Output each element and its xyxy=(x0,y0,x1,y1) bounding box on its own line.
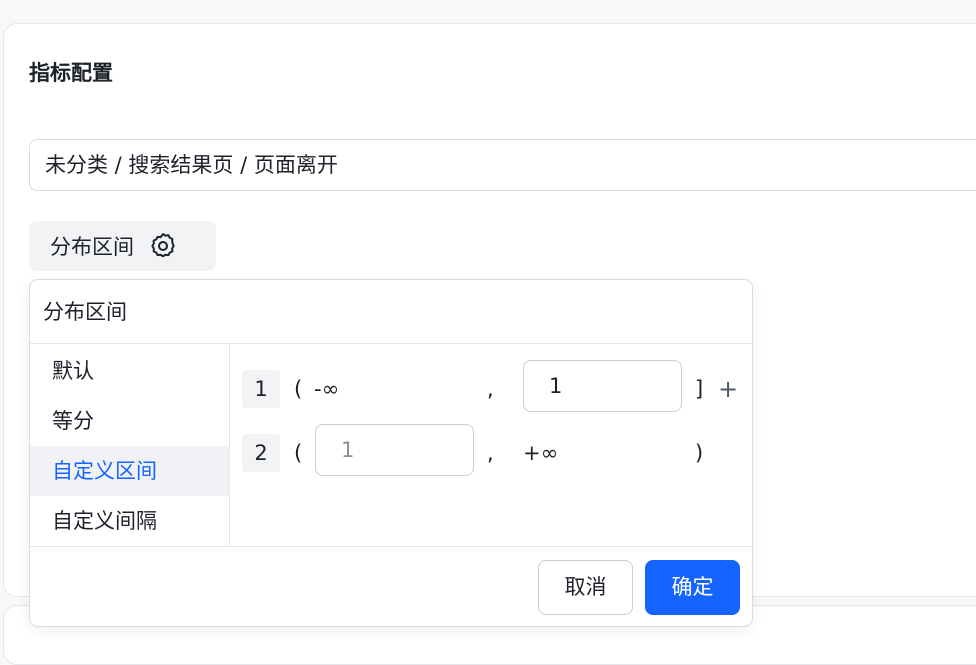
close-bracket: ] xyxy=(695,377,704,401)
interval-row: 1 ( -∞ , ] + xyxy=(242,360,742,412)
comma: , xyxy=(487,441,494,465)
comma: , xyxy=(487,377,494,401)
distribution-button-label: 分布区间 xyxy=(50,235,134,259)
row-index: 1 xyxy=(242,370,280,408)
confirm-button[interactable]: 确定 xyxy=(645,560,740,615)
metric-path-select[interactable]: 未分类 / 搜索结果页 / 页面离开 xyxy=(29,139,976,191)
open-bracket: ( xyxy=(294,377,303,401)
menu-item-default[interactable]: 默认 xyxy=(30,346,229,396)
cancel-button[interactable]: 取消 xyxy=(538,560,633,615)
menu-item-equal[interactable]: 等分 xyxy=(30,396,229,446)
lower-bound: -∞ xyxy=(314,377,340,401)
popover-title: 分布区间 xyxy=(30,280,752,344)
interval-row: 2 ( , +∞ ) xyxy=(242,424,742,476)
upper-bound-input[interactable] xyxy=(523,360,682,412)
distribution-popover: 分布区间 默认 等分 自定义区间 自定义间隔 1 ( -∞ , ] + 2 ( … xyxy=(29,279,753,627)
row-index: 2 xyxy=(242,434,280,472)
gear-icon xyxy=(148,231,178,261)
popover-body: 默认 等分 自定义区间 自定义间隔 1 ( -∞ , ] + 2 ( , +∞ … xyxy=(30,344,752,546)
close-bracket: ) xyxy=(695,441,704,465)
card-title: 指标配置 xyxy=(29,61,113,85)
menu-item-custom-range[interactable]: 自定义区间 xyxy=(30,446,229,496)
add-icon[interactable]: + xyxy=(718,370,738,408)
interval-type-menu: 默认 等分 自定义区间 自定义间隔 xyxy=(30,344,230,546)
popover-footer: 取消 确定 xyxy=(30,546,752,626)
upper-bound: +∞ xyxy=(523,441,559,465)
open-bracket: ( xyxy=(294,441,303,465)
lower-bound-input[interactable] xyxy=(315,424,474,476)
menu-item-custom-interval[interactable]: 自定义间隔 xyxy=(30,496,229,546)
distribution-settings-button[interactable]: 分布区间 xyxy=(29,221,216,271)
